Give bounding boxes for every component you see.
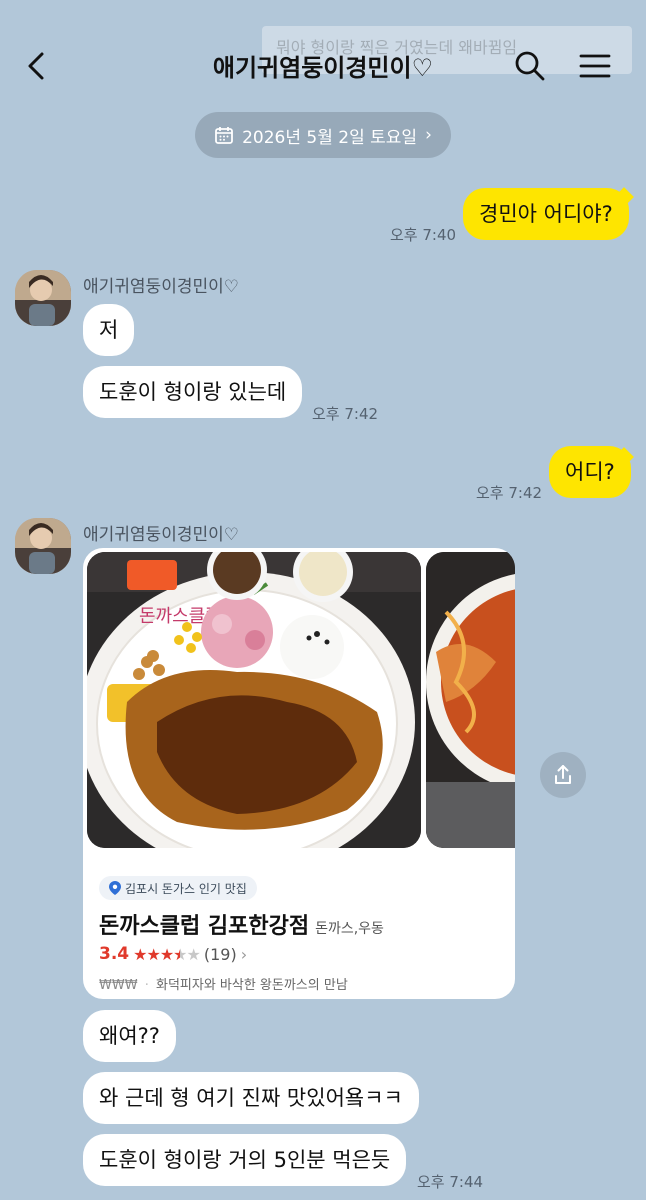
message-time: 오후 7:44 — [417, 1173, 484, 1191]
share-button[interactable] — [540, 752, 586, 798]
tag-label: 김포시 돈가스 인기 맛집 — [125, 881, 247, 896]
place-tag: 김포시 돈가스 인기 맛집 — [99, 876, 257, 900]
chevron-right-icon: › — [240, 944, 248, 964]
avatar[interactable] — [15, 518, 71, 574]
message-time: 오후 7:40 — [390, 226, 457, 244]
rating-value: 3.4 — [99, 944, 130, 964]
place-photo[interactable]: 돈까스클럽 — [87, 552, 421, 848]
place-info[interactable]: 김포시 돈가스 인기 맛집 돈까스클럽 김포한강점 돈까스,우동 3.4 ★★★★… — [83, 850, 515, 999]
avatar[interactable] — [15, 270, 71, 326]
message-time: 오후 7:42 — [312, 405, 379, 423]
other-message-bubble[interactable]: 도훈이 형이랑 거의 5인분 먹은듯 — [83, 1134, 407, 1186]
my-message-bubble[interactable]: 경민아 어디야? — [463, 188, 629, 240]
location-pin-icon — [109, 881, 121, 895]
sender-name: 애기귀염둥이경민이♡ — [83, 525, 239, 545]
chevron-right-icon: › — [425, 125, 432, 145]
place-category: 돈까스,우동 — [315, 921, 384, 937]
place-description: ₩₩₩ · 화덕피자와 바삭한 왕돈까스의 만남 — [99, 978, 348, 993]
profile-photo — [15, 518, 71, 574]
calendar-icon — [215, 127, 234, 144]
place-share-card[interactable]: 돈까스클럽 김포시 돈가스 인기 맛집 돈까스클럽 김포한강점 돈까스,우동 3… — [83, 548, 515, 999]
date-label: 2026년 5월 2일 토요일 — [242, 127, 418, 148]
search-icon — [515, 51, 545, 81]
sender-name: 애기귀염둥이경민이♡ — [83, 277, 239, 297]
place-photo[interactable] — [426, 552, 515, 848]
price-level: ₩₩₩ — [99, 978, 138, 993]
profile-photo — [15, 270, 71, 326]
search-button[interactable] — [512, 48, 548, 84]
place-name: 돈까스클럽 김포한강점 돈까스,우동 — [99, 908, 384, 940]
date-divider[interactable]: 2026년 5월 2일 토요일 › — [195, 112, 451, 158]
description-text: 화덕피자와 바삭한 왕돈까스의 만남 — [155, 978, 348, 993]
rating-row[interactable]: 3.4 ★★★★★ (19) › — [99, 944, 247, 964]
other-message-bubble[interactable]: 도훈이 형이랑 있는데 — [83, 366, 303, 418]
other-message-bubble[interactable]: 저 — [83, 304, 135, 356]
place-photo-carousel[interactable]: 돈까스클럽 — [83, 548, 515, 850]
message-time: 오후 7:42 — [476, 484, 543, 502]
star-rating-icon: ★★★★★ — [133, 944, 201, 964]
menu-button[interactable] — [575, 48, 615, 84]
chat-header: 뭐야 형이랑 찍은 거였는데 왜바뀜임 애기귀염둥이경민이♡ — [0, 0, 646, 130]
hamburger-menu-icon — [579, 54, 611, 78]
other-message-bubble[interactable]: 왜여?? — [83, 1010, 176, 1062]
share-icon — [555, 765, 571, 784]
review-count: (19) — [203, 944, 237, 964]
place-title: 돈까스클럽 김포한강점 — [99, 914, 310, 939]
chat-title: 애기귀염둥이경민이♡ — [212, 54, 434, 82]
other-message-bubble[interactable]: 와 근데 형 여기 진짜 맛있어욬ㅋㅋ — [83, 1072, 419, 1124]
my-message-bubble[interactable]: 어디? — [549, 446, 631, 498]
